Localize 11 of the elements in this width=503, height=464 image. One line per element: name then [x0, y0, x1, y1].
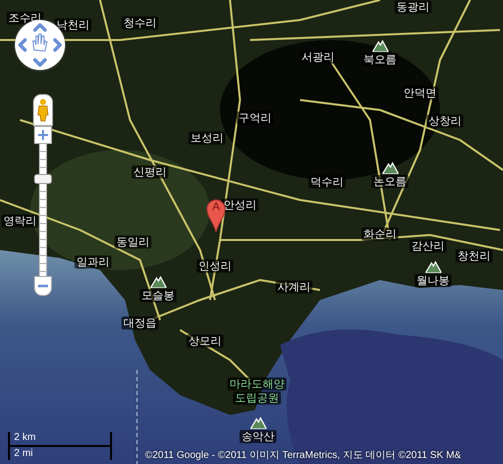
zoom-in-button[interactable] [34, 126, 52, 144]
minus-icon [38, 284, 48, 288]
scale-label: 2 mi [13, 448, 34, 460]
zoom-out-button[interactable] [34, 276, 52, 296]
map-marker[interactable]: A [206, 199, 226, 233]
plus-icon [38, 130, 48, 140]
place-label: 대정읍 [122, 316, 158, 330]
pegman-icon[interactable] [33, 94, 53, 126]
zoom-slider-thumb[interactable] [34, 174, 52, 184]
scale-label: 2 km [13, 432, 37, 444]
map-attribution: ©2011 Google - ©2011 이미지 TerraMetrics, 지도 데이터 ©2011 SK M& [145, 449, 462, 462]
